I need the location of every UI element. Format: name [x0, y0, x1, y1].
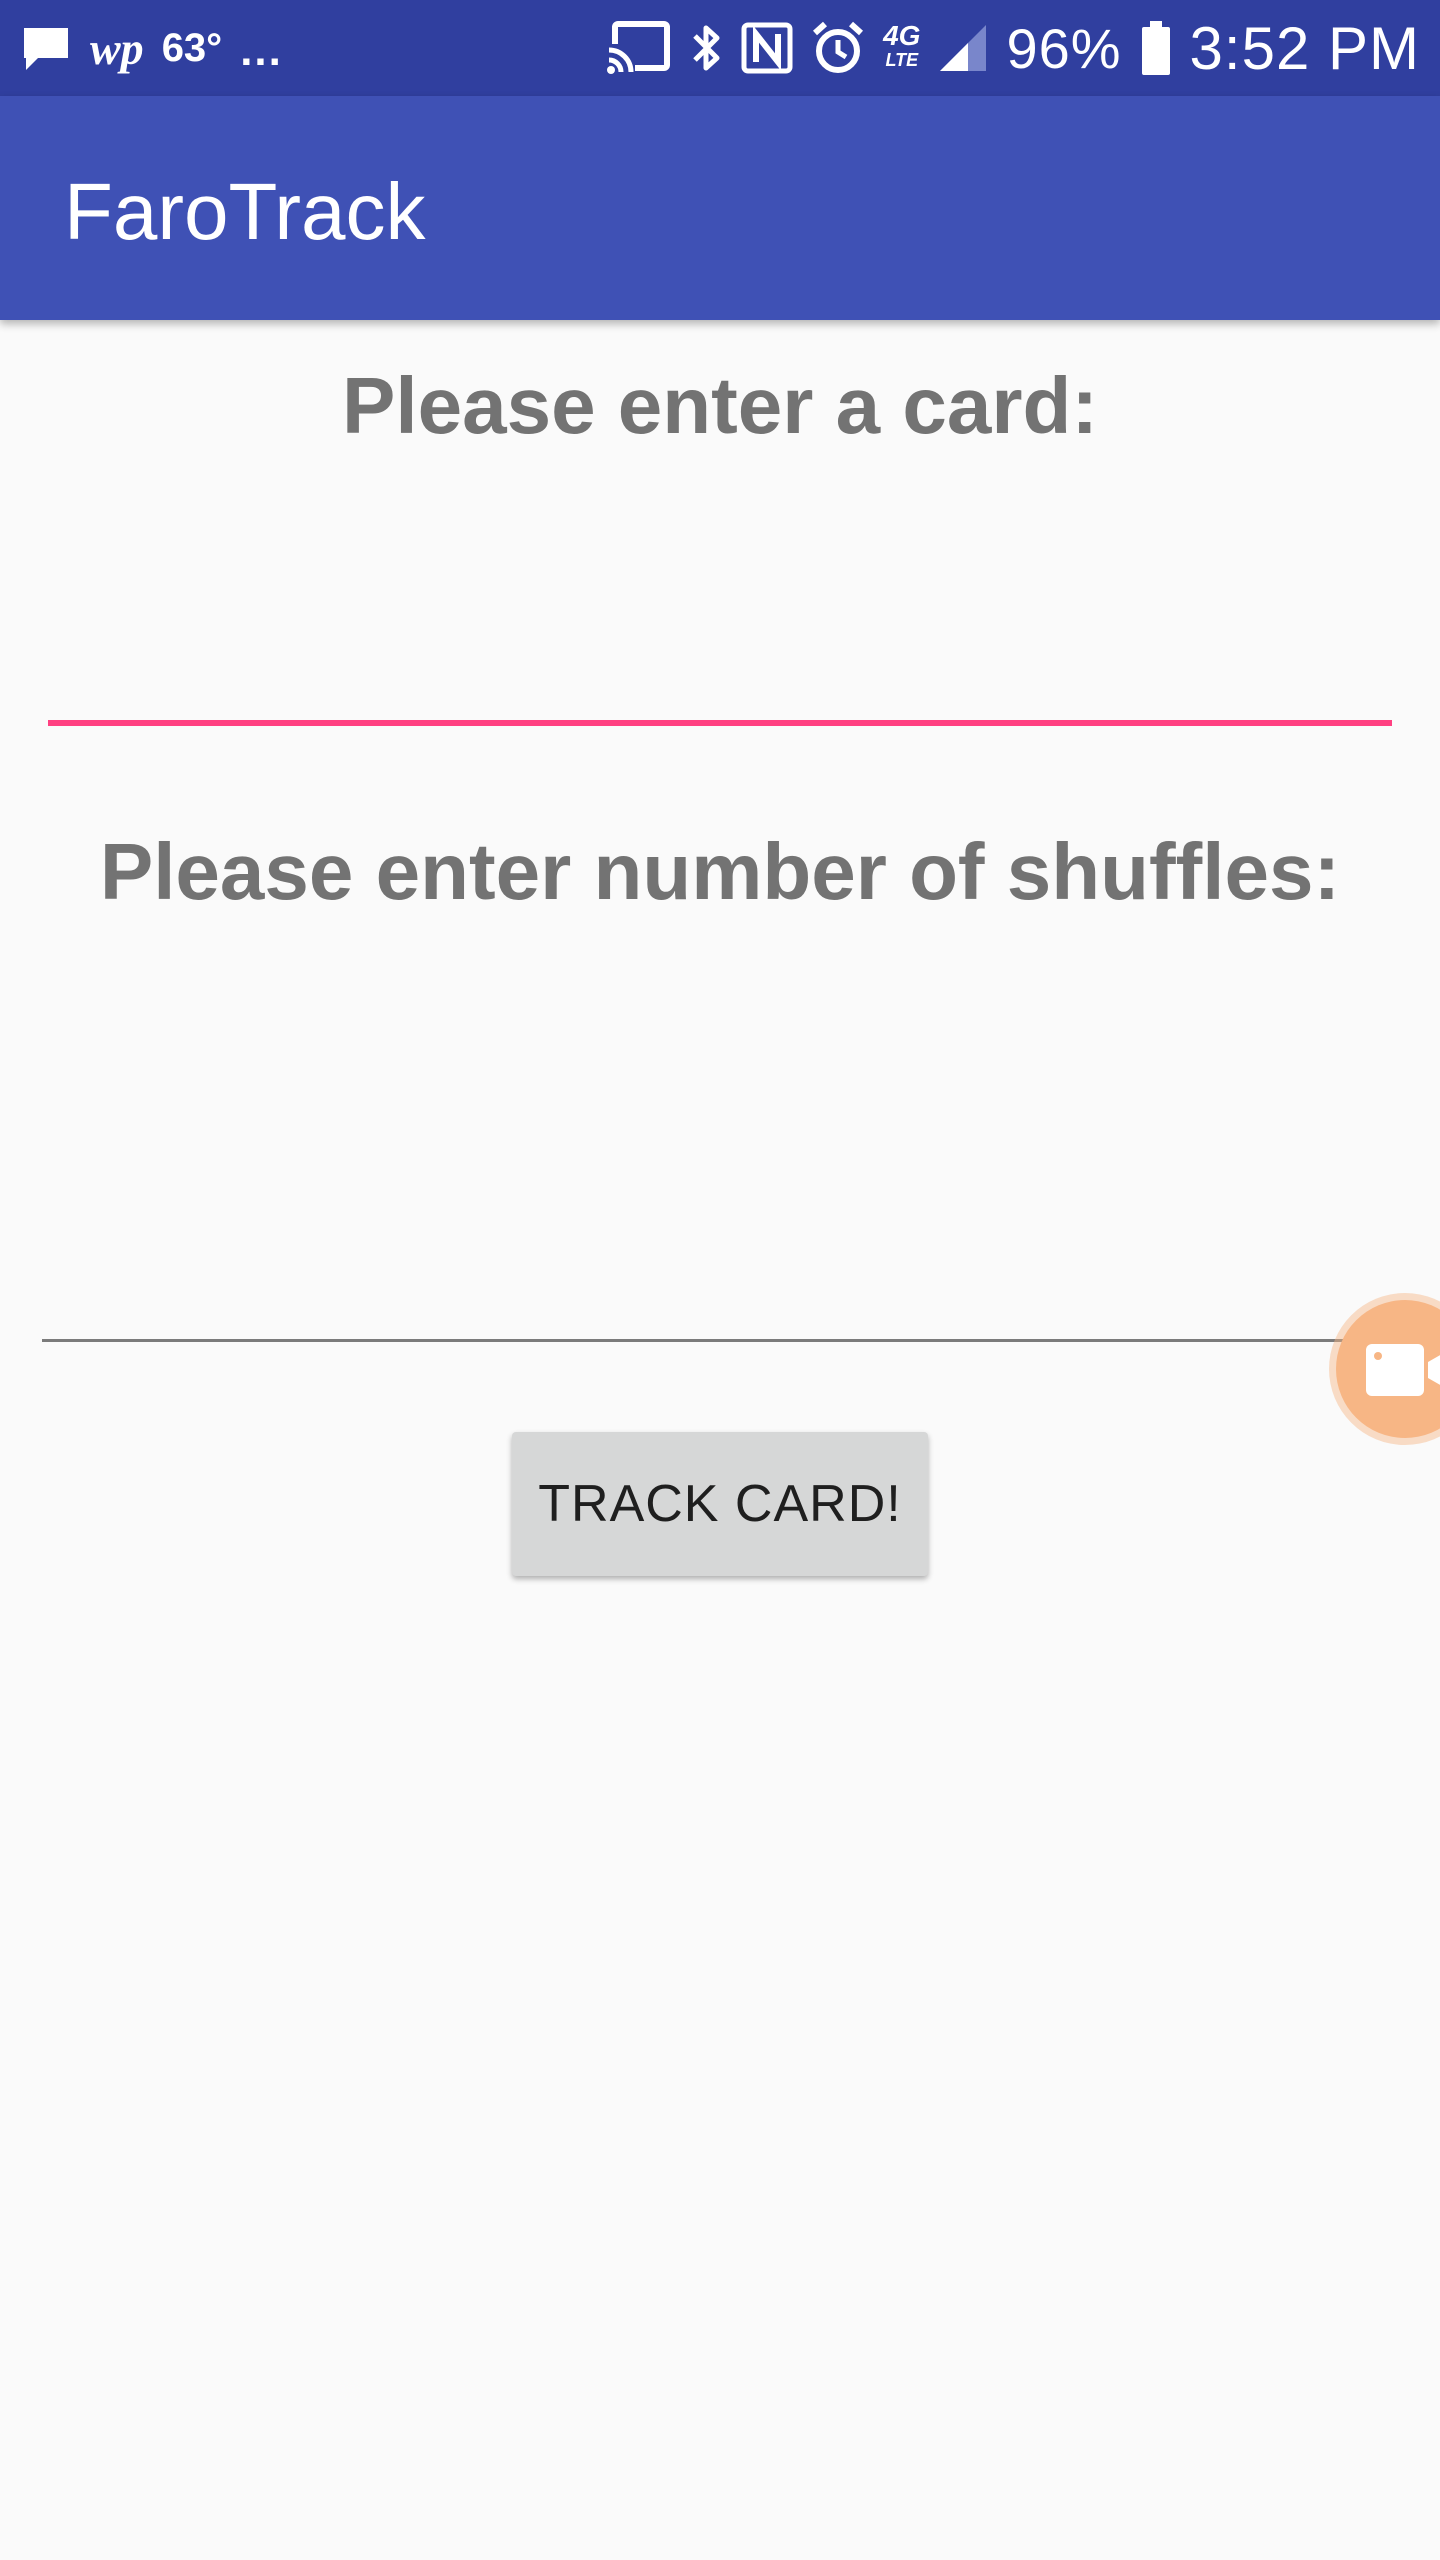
card-label: Please enter a card: [342, 361, 1098, 450]
battery-percent: 96% [1006, 16, 1122, 80]
clock: 3:52 PM [1189, 14, 1420, 82]
more-notifications: ... [240, 26, 283, 75]
card-field[interactable] [48, 560, 1392, 726]
chat-bubble-icon [20, 22, 72, 74]
shuffles-input[interactable] [42, 1180, 1400, 1339]
video-camera-icon [1366, 1340, 1440, 1405]
status-bar-right: 4G LTE 96% 3:52 PM [605, 14, 1420, 83]
signal-icon [938, 23, 988, 73]
app-bar: FaroTrack [0, 96, 1440, 320]
temperature: 63° [161, 25, 223, 70]
app-title: FaroTrack [64, 167, 426, 256]
status-bar-left: wp 63° ... [20, 20, 301, 76]
cast-icon [605, 20, 671, 76]
status-bar: wp 63° ... 4G LTE 96% 3:52 PM [0, 0, 1440, 96]
washington-post-icon: wp [90, 22, 144, 74]
network-type: 4G LTE [883, 20, 921, 71]
alarm-icon [811, 21, 865, 75]
nfc-icon [741, 22, 793, 74]
shuffles-label: Please enter number of shuffles: [99, 827, 1341, 916]
battery-icon [1140, 21, 1172, 75]
card-input[interactable] [48, 560, 1392, 720]
shuffles-field[interactable] [42, 1180, 1400, 1342]
track-card-button[interactable]: TRACK CARD! [512, 1432, 928, 1576]
bluetooth-icon [689, 22, 723, 74]
